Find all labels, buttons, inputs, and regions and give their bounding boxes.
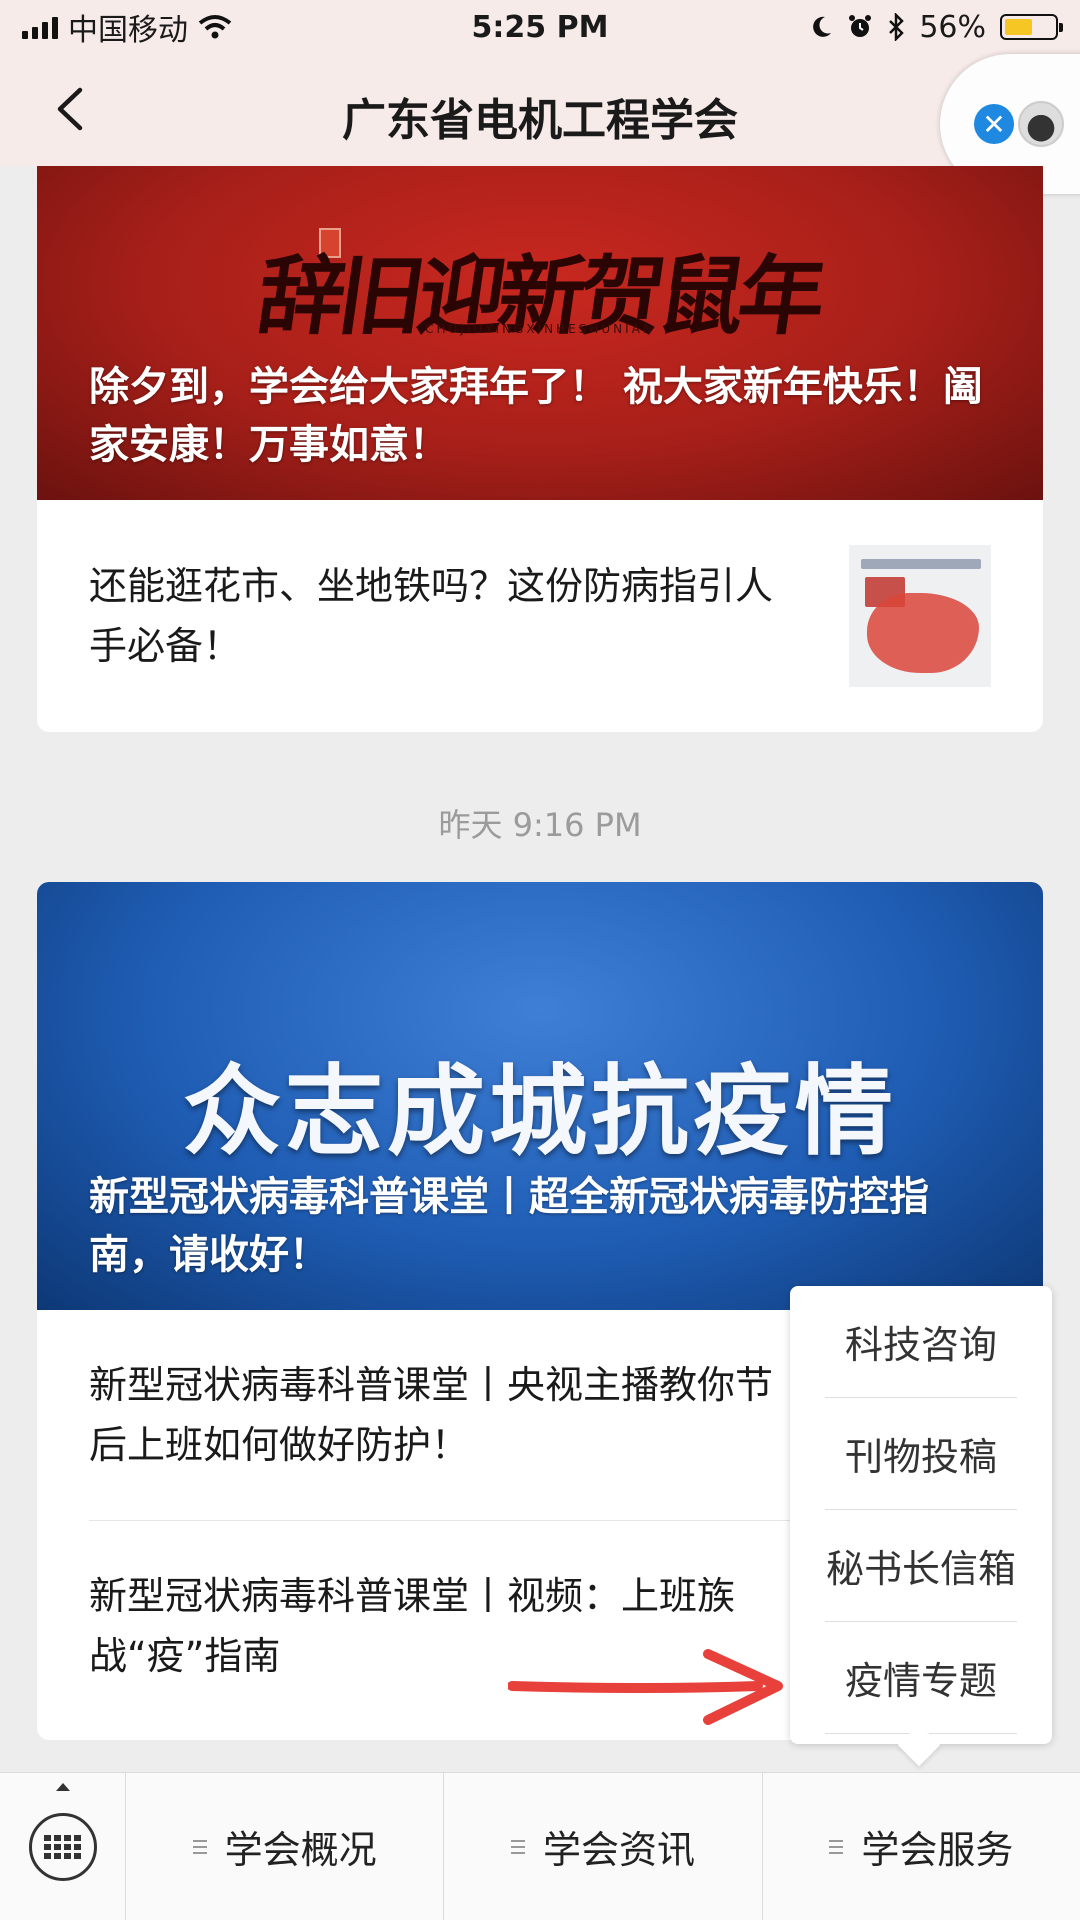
- battery-level: [1005, 19, 1032, 35]
- status-left: 中国移动: [22, 5, 232, 49]
- cover-article-title[interactable]: 除夕到，学会给大家拜年了！ 祝大家新年快乐！阖家安康！万事如意！: [89, 358, 983, 474]
- article-title[interactable]: 新型冠状病毒科普课堂丨央视主播教你节后上班如何做好防护！: [89, 1355, 789, 1475]
- submenu-item-tech-consulting[interactable]: 科技咨询: [825, 1286, 1017, 1398]
- article-cover[interactable]: 众志成城抗疫情 新型冠状病毒科普课堂丨超全新冠状病毒防控指南，请收好！: [37, 882, 1043, 1310]
- carrier-name: 中国移动: [68, 13, 188, 48]
- menu-tab-label: 学会资讯: [542, 1828, 695, 1872]
- article-cover[interactable]: 辞旧迎新贺鼠年 CHUJIUYINGXINHESHUNIAN 除夕到，学会给大家…: [37, 166, 1043, 500]
- status-bar: 中国移动 5:25 PM 56%: [0, 0, 1080, 54]
- cover-headline-art: 众志成城抗疫情: [182, 1055, 897, 1169]
- map-icon: [867, 593, 979, 673]
- menu-tab-label: 学会服务: [861, 1828, 1014, 1872]
- menu-lines-icon: [829, 1839, 844, 1854]
- alarm-icon: [849, 15, 872, 37]
- submenu-item-secretary-mailbox[interactable]: 秘书长信箱: [825, 1510, 1017, 1622]
- avatar[interactable]: [1018, 101, 1064, 147]
- bottom-menu: 学会概况 学会资讯 学会服务: [0, 1772, 1080, 1920]
- moon-icon: [813, 16, 832, 37]
- battery-icon: [1000, 14, 1063, 40]
- nav-bar: 广东省电机工程学会 ✕: [0, 54, 1080, 194]
- keyboard-toggle-button[interactable]: [0, 1773, 126, 1920]
- submenu-item-journal-submission[interactable]: 刊物投稿: [825, 1398, 1017, 1510]
- signal-icon: [22, 15, 58, 39]
- submenu-item-epidemic-topic[interactable]: 疫情专题: [825, 1622, 1017, 1734]
- list-item[interactable]: 还能逛花市、坐地铁吗？这份防病指引人手必备！: [37, 500, 1043, 732]
- cover-calligraphy-sub: CHUJIUYINGXINHESHUNIAN: [425, 322, 655, 336]
- annotation-arrow-icon: [508, 1649, 783, 1725]
- close-icon[interactable]: ✕: [974, 104, 1014, 144]
- article-card: 辞旧迎新贺鼠年 CHUJIUYINGXINHESHUNIAN 除夕到，学会给大家…: [37, 166, 1043, 732]
- menu-tab-services[interactable]: 学会服务: [763, 1773, 1080, 1920]
- article-thumbnail[interactable]: [849, 545, 991, 687]
- menu-tab-news[interactable]: 学会资讯: [444, 1773, 763, 1920]
- cover-article-title[interactable]: 新型冠状病毒科普课堂丨超全新冠状病毒防控指南，请收好！: [89, 1168, 983, 1284]
- article-title[interactable]: 还能逛花市、坐地铁吗？这份防病指引人手必备！: [89, 556, 789, 676]
- message-timestamp: 昨天 9:16 PM: [438, 806, 642, 844]
- menu-lines-icon: [192, 1839, 207, 1854]
- thumb-text: [861, 559, 981, 569]
- status-right: 56%: [811, 9, 1063, 45]
- menu-tab-overview[interactable]: 学会概况: [126, 1773, 445, 1920]
- bluetooth-icon: [889, 13, 905, 41]
- keyboard-icon[interactable]: [28, 1812, 97, 1881]
- page-title: 广东省电机工程学会: [342, 95, 738, 146]
- caret-up-icon: [56, 1783, 70, 1791]
- menu-tab-label: 学会概况: [224, 1828, 377, 1872]
- submenu-popup: 科技咨询 刊物投稿 秘书长信箱 疫情专题: [790, 1286, 1052, 1767]
- battery-percent: 56%: [919, 9, 986, 45]
- menu-lines-icon: [510, 1839, 525, 1854]
- wifi-icon: [198, 15, 232, 39]
